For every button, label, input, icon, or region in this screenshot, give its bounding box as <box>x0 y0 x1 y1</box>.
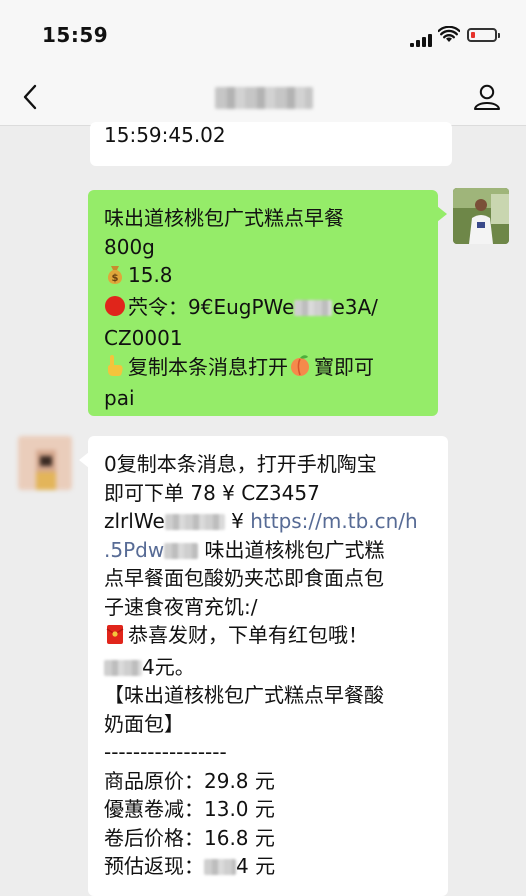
avatar[interactable] <box>18 436 72 490</box>
status-time: 15:59 <box>42 23 109 47</box>
divider-line: ----------------- <box>104 740 227 764</box>
message-text: 恭喜发财，下单有红包哦！ <box>128 623 368 647</box>
cashback-label: 预估返现： <box>104 854 204 878</box>
red-circle-icon <box>104 295 126 325</box>
avatar[interactable] <box>453 188 509 244</box>
message-line: zlrlWe ¥ https://m.tb.cn/h <box>104 507 439 536</box>
message-bubble[interactable]: 15:59:45.02 <box>90 122 452 166</box>
price-text: 15.8 <box>128 263 173 287</box>
message-line: .5Pdw 味出道核桃包广式糕 <box>104 536 439 565</box>
redacted-text <box>204 859 236 875</box>
redacted-text <box>294 299 333 316</box>
instruction-text: 复制本条消息打开 <box>128 354 288 379</box>
code-end: e3A/ <box>332 294 378 319</box>
coupon-discount: 優蕙卷减：13.0 元 <box>104 797 275 821</box>
message-line: 即可下单 78 ¥ CZ3457 <box>104 480 320 505</box>
message-line: 子速食夜宵充饥:/ <box>104 594 258 619</box>
code-fragment: zlrlWe <box>104 509 165 533</box>
wifi-icon <box>438 26 460 42</box>
person-photo-icon <box>18 436 72 490</box>
message-bubble-sent[interactable]: 味出道核桃包广式糕点早餐 800g $15.8 茓令：9€EugPWe e3A/ … <box>88 190 447 416</box>
original-price: 商品原价：29.8 元 <box>104 768 275 793</box>
message-line: 点早餐面包酸奶夹芯即食面点包 <box>104 566 384 590</box>
peach-icon <box>288 353 312 385</box>
final-price: 卷后价格：16.8 元 <box>104 825 275 850</box>
chat-header <box>0 70 526 126</box>
instruction-text-2: 寶即可 <box>314 354 374 379</box>
code-line-2: CZ0001 <box>104 326 183 350</box>
profile-icon[interactable] <box>472 82 502 112</box>
battery-icon <box>467 28 500 42</box>
message-line: 味出道核桃包广式糕点早餐 <box>104 206 344 230</box>
estimated-cashback: 预估返现： 4 元 <box>104 852 439 881</box>
message-line: 4元。 <box>104 653 439 682</box>
status-bar: 15:59 <box>0 0 526 70</box>
message-line: pai <box>104 386 135 410</box>
message-bubble-received[interactable]: 0复制本条消息，打开手机陶宝 即可下单 78 ¥ CZ3457 zlrlWe ¥… <box>79 436 448 896</box>
message-line: 800g <box>104 234 155 259</box>
code-line: 茓令：9€EugPWe e3A/ <box>104 293 429 325</box>
money-bag-icon: $ <box>104 263 126 293</box>
message-line: 【味出道核桃包广式糕点早餐酸 <box>104 683 384 707</box>
message-text: 味出道核桃包广式糕 <box>198 537 385 562</box>
product-link[interactable]: https://m.tb.cn/h <box>250 509 418 533</box>
message-line: 奶面包】 <box>104 711 184 736</box>
price-line: $15.8 <box>104 261 429 293</box>
redacted-text <box>164 542 199 559</box>
instruction-line: 复制本条消息打开 寶即可 <box>104 353 429 385</box>
redacted-text <box>164 514 225 530</box>
red-envelope-icon <box>104 623 126 653</box>
chat-area[interactable]: 15:59:45.02 味出道核桃包广式糕点早餐 800g $15.8 茓令：9… <box>0 122 526 896</box>
person-photo-icon <box>453 188 509 244</box>
message-line: 恭喜发财，下单有红包哦！ <box>104 621 439 653</box>
product-link-cont[interactable]: .5Pdw <box>104 538 164 562</box>
code-start: 9€EugPWe <box>188 294 295 319</box>
pointing-hand-icon <box>104 353 126 385</box>
redacted-text <box>104 659 142 676</box>
message-line: 0复制本条消息，打开手机陶宝 <box>104 452 377 476</box>
cashback-value: 4 元 <box>236 854 276 878</box>
message-text: 4元。 <box>142 654 195 679</box>
currency-text: ¥ <box>224 509 251 533</box>
svg-text:$: $ <box>112 273 119 284</box>
code-label: 茓令： <box>128 294 188 319</box>
back-icon[interactable] <box>14 80 48 114</box>
message-text: 15:59:45.02 <box>104 123 226 147</box>
signal-icon <box>410 28 434 47</box>
chat-title <box>215 87 313 109</box>
